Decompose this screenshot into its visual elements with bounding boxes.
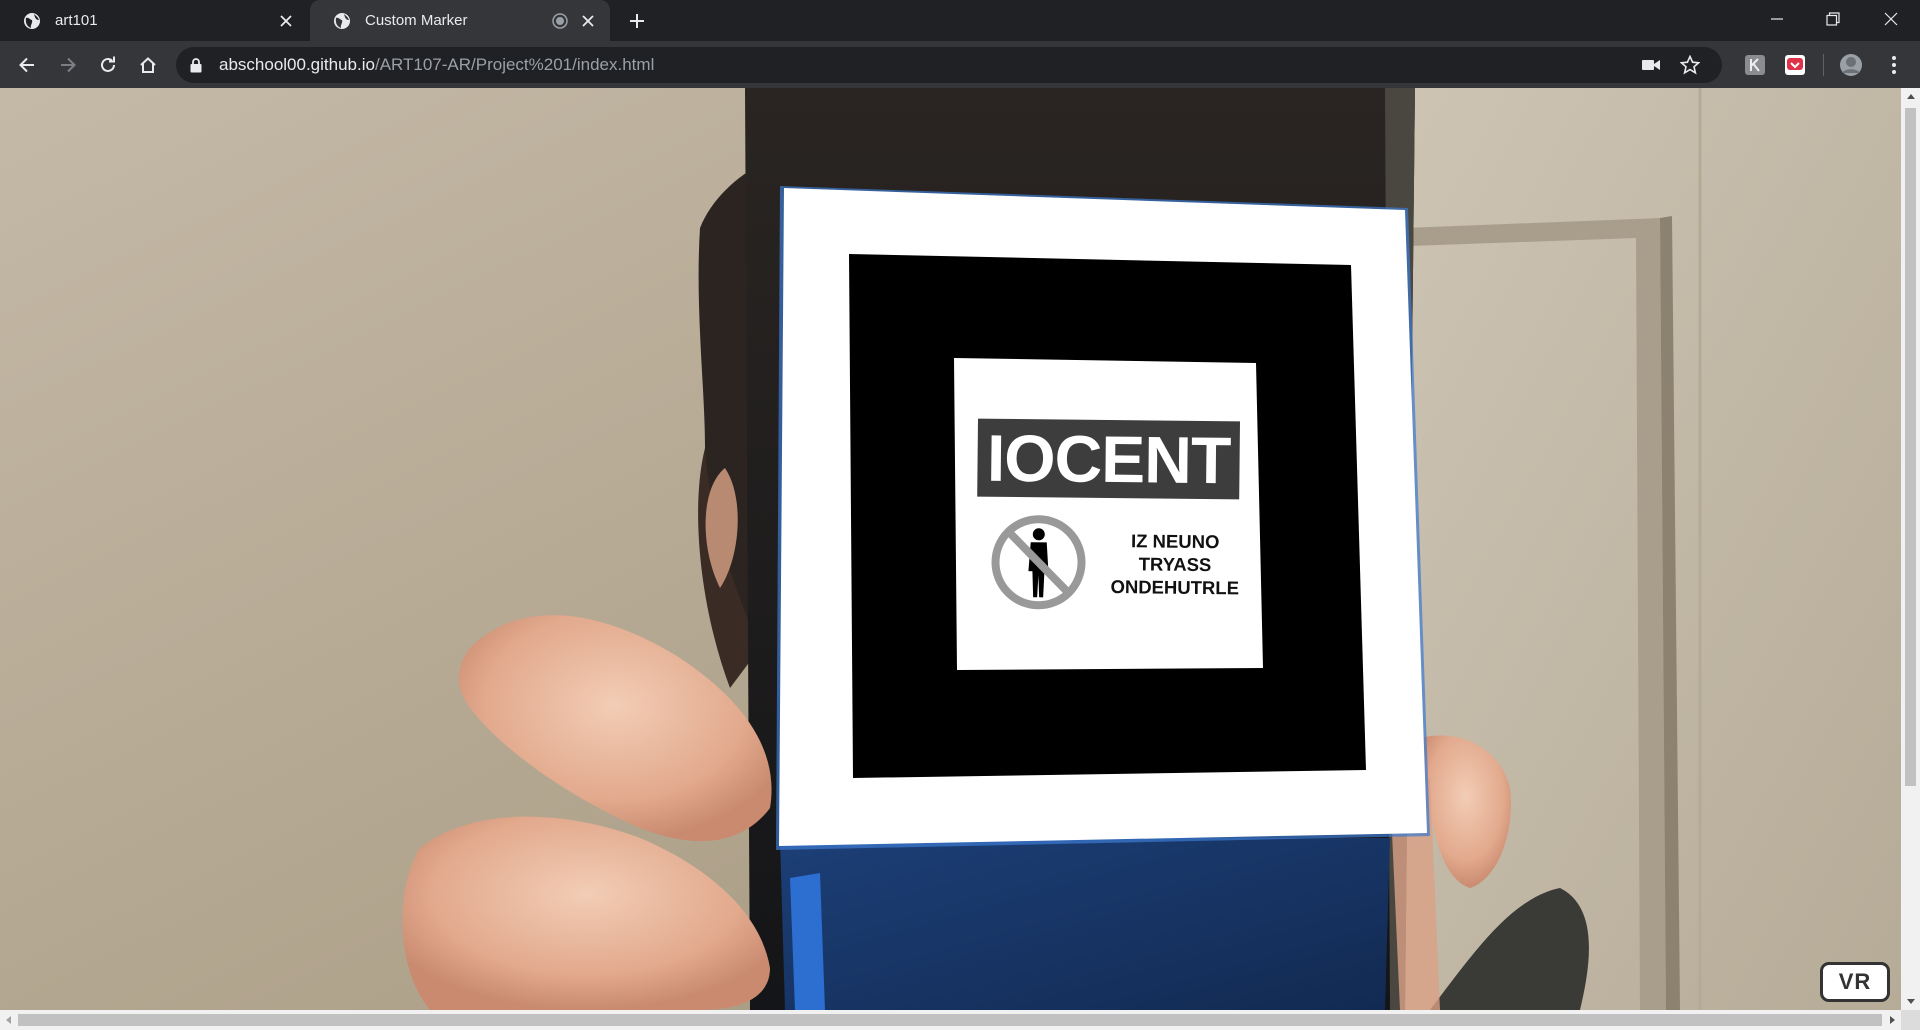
recording-indicator-icon: [550, 11, 570, 31]
extension-pocket-icon[interactable]: [1783, 53, 1807, 77]
plus-icon: [630, 14, 644, 28]
new-tab-button[interactable]: [624, 8, 650, 34]
tab-custom-marker[interactable]: Custom Marker: [310, 0, 610, 41]
globe-icon: [334, 12, 350, 29]
scroll-left-arrow-icon[interactable]: [0, 1010, 17, 1030]
caption-line: TRYASS: [1138, 553, 1212, 576]
home-icon: [140, 57, 156, 73]
browser-toolbar: abschool00.github.io/ART107-AR/Project%2…: [0, 41, 1920, 88]
scroll-down-arrow-icon[interactable]: [1901, 993, 1920, 1010]
marker-sign: IOCENT IZ NEUNO TRYASS ONDEHUTRLE: [956, 363, 1259, 668]
back-button[interactable]: [11, 49, 43, 81]
marker-caption: IZ NEUNO TRYASS ONDEHUTRLE: [1092, 529, 1258, 600]
chrome-menu-button[interactable]: [1882, 53, 1906, 77]
toolbar-divider: [1823, 54, 1824, 76]
caption-line: ONDEHUTRLE: [1110, 576, 1240, 599]
tab-strip: art101 Custom Marker: [0, 0, 1920, 41]
close-window-button[interactable]: [1862, 0, 1920, 38]
close-tab-icon[interactable]: [276, 11, 296, 31]
horizontal-scrollbar[interactable]: [0, 1010, 1901, 1030]
no-person-icon: [991, 515, 1086, 610]
caption-line: IZ NEUNO: [1130, 530, 1220, 553]
marker-heading-text: IOCENT: [986, 420, 1231, 498]
scrollbar-corner: [1901, 1010, 1920, 1030]
forward-button[interactable]: [52, 49, 84, 81]
more-vert-icon: [1892, 56, 1896, 74]
tab-art101[interactable]: art101: [0, 0, 308, 41]
ar-camera-viewport[interactable]: IOCENT IZ NEUNO TRYASS ONDEHUTRLE: [0, 88, 1901, 1010]
url-text: abschool00.github.io/ART107-AR/Project%2…: [219, 55, 654, 75]
reload-button[interactable]: [92, 49, 124, 81]
camera-in-use-icon[interactable]: [1642, 55, 1662, 75]
globe-icon: [24, 12, 40, 29]
scrollbar-thumb[interactable]: [1905, 108, 1916, 786]
minimize-button[interactable]: [1748, 0, 1806, 38]
url-host: abschool00.github.io: [219, 55, 375, 74]
close-icon: [1884, 12, 1898, 26]
vertical-scrollbar[interactable]: [1901, 88, 1920, 1010]
arrow-right-icon: [61, 57, 76, 73]
restore-button[interactable]: [1804, 0, 1862, 38]
camera-feed: [0, 88, 1901, 1010]
arrow-left-icon: [19, 57, 34, 73]
marker-heading: IOCENT: [977, 418, 1240, 500]
bookmark-star-icon[interactable]: [1680, 54, 1702, 76]
minimize-icon: [1771, 18, 1783, 20]
close-tab-icon[interactable]: [578, 11, 598, 31]
url-path: /ART107-AR/Project%201/index.html: [374, 55, 655, 74]
scroll-right-arrow-icon[interactable]: [1884, 1010, 1901, 1030]
scroll-up-arrow-icon[interactable]: [1901, 88, 1920, 105]
tab-title: Custom Marker: [365, 12, 468, 29]
profile-avatar[interactable]: [1839, 53, 1863, 77]
address-bar[interactable]: abschool00.github.io/ART107-AR/Project%2…: [176, 47, 1722, 83]
scrollbar-thumb[interactable]: [18, 1014, 1882, 1026]
restore-icon: [1826, 12, 1840, 26]
extension-k-icon[interactable]: [1743, 53, 1767, 77]
lock-icon[interactable]: [190, 57, 206, 73]
enter-vr-button[interactable]: VR: [1820, 962, 1890, 1002]
reload-icon: [101, 56, 115, 72]
home-button[interactable]: [132, 49, 164, 81]
tab-title: art101: [55, 12, 98, 29]
